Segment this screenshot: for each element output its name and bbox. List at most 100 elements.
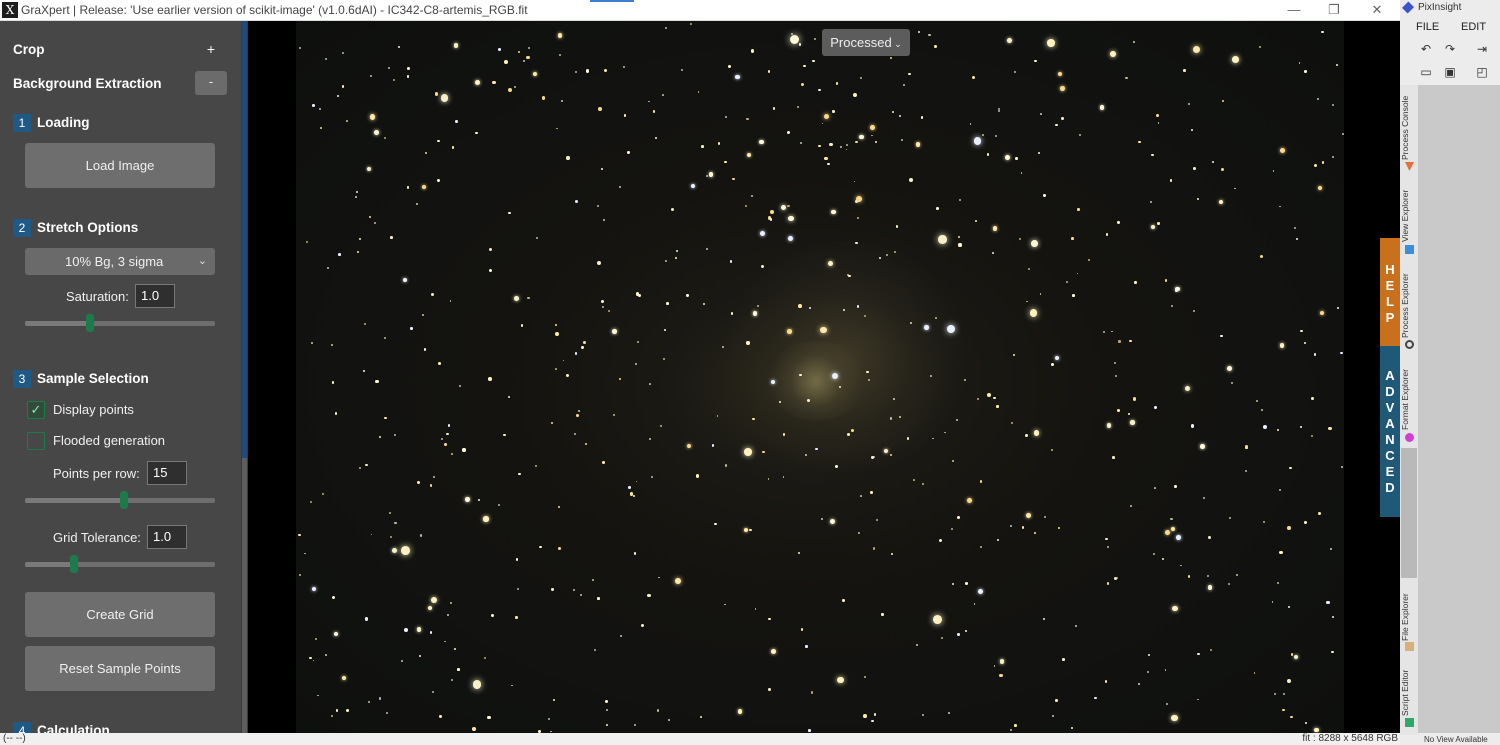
star	[1150, 153, 1154, 157]
load-image-button[interactable]: Load Image	[25, 143, 215, 188]
star	[760, 264, 764, 268]
process-explorer-tab[interactable]: Process Explorer	[1400, 262, 1418, 338]
star	[686, 294, 689, 297]
format-explorer-tab[interactable]: Format Explorer	[1400, 358, 1418, 430]
saturation-slider[interactable]	[25, 314, 215, 332]
star	[813, 38, 816, 41]
redo-icon[interactable]: ↷	[1442, 42, 1458, 56]
star	[1150, 225, 1155, 230]
star	[1070, 726, 1074, 730]
crop-header[interactable]: Crop	[13, 42, 45, 57]
star	[1326, 600, 1330, 604]
points-per-row-slider[interactable]	[25, 491, 215, 509]
help-tab[interactable]: HELP	[1380, 238, 1400, 346]
star	[999, 658, 1005, 664]
pixinsight-menu-file[interactable]: FILE	[1416, 21, 1439, 33]
star	[850, 429, 854, 432]
status-bar: (-- --) fit : 8288 x 5648 RGB	[0, 733, 1400, 745]
flooded-generation-checkbox[interactable]	[27, 432, 45, 450]
saturation-input[interactable]: 1.0	[135, 284, 175, 308]
background-extraction-header[interactable]: Background Extraction	[13, 76, 162, 91]
monitor-icon[interactable]: ▭	[1418, 65, 1434, 79]
star	[515, 616, 518, 619]
saturation-slider-fill	[25, 321, 90, 326]
reset-sample-points-button[interactable]: Reset Sample Points	[25, 646, 215, 691]
script-editor-tab[interactable]: Script Editor	[1400, 660, 1418, 716]
advanced-tab[interactable]: ADVANCED	[1380, 346, 1400, 517]
star	[389, 535, 392, 538]
star	[1271, 600, 1274, 603]
star	[934, 45, 938, 49]
star	[406, 185, 410, 189]
star	[870, 134, 873, 137]
stretch-options-dropdown[interactable]: 10% Bg, 3 sigma ⌄	[25, 248, 215, 275]
star	[507, 395, 510, 398]
astro-image-ic342[interactable]	[296, 21, 1344, 733]
points-per-row-input[interactable]: 15	[147, 461, 187, 485]
star	[528, 47, 531, 50]
grid-tolerance-slider[interactable]	[25, 555, 215, 573]
flooded-generation-label[interactable]: Flooded generation	[53, 433, 165, 448]
sidebar-scrollbar-thumb[interactable]	[242, 21, 247, 458]
star	[574, 433, 577, 436]
pixinsight-menu-edit[interactable]: EDIT	[1461, 21, 1486, 33]
star	[863, 714, 867, 719]
create-grid-button[interactable]: Create Grid	[25, 592, 215, 637]
star	[901, 139, 904, 142]
loading-header: Loading	[37, 115, 90, 130]
star	[1253, 672, 1256, 675]
star	[1183, 69, 1186, 72]
star	[892, 110, 895, 114]
star	[709, 172, 714, 177]
star	[920, 116, 924, 119]
close-icon[interactable]: ✕	[1367, 1, 1387, 19]
window-icon[interactable]: ◰	[1474, 65, 1490, 79]
view-selector-value: Processed	[830, 35, 892, 50]
process-console-tab[interactable]: Process Console	[1400, 88, 1418, 160]
star	[1013, 70, 1016, 73]
crop-expand-button[interactable]: +	[203, 41, 219, 57]
minimize-icon[interactable]: —	[1284, 1, 1304, 19]
star	[1207, 535, 1211, 539]
star	[1060, 86, 1065, 91]
grid-tolerance-slider-handle[interactable]	[70, 555, 79, 573]
view-selector-dropdown[interactable]: Processed ⌄	[822, 29, 910, 56]
star	[860, 77, 863, 80]
star	[507, 88, 512, 93]
star	[525, 55, 530, 60]
star	[324, 57, 327, 60]
star	[637, 341, 640, 344]
saturation-label: Saturation:	[66, 289, 129, 304]
sidebar-scrollbar-track-lower	[242, 458, 247, 733]
star	[724, 603, 727, 606]
maximize-icon[interactable]: ❐	[1324, 1, 1344, 19]
image-canvas[interactable]	[248, 21, 1400, 733]
background-extraction-collapse-button[interactable]: -	[195, 71, 227, 95]
star	[1116, 408, 1120, 412]
grid-tolerance-input[interactable]: 1.0	[147, 525, 187, 549]
star	[319, 108, 322, 111]
toolbar-action-icon[interactable]: ⇥	[1474, 42, 1490, 56]
file-explorer-tab[interactable]: File Explorer	[1400, 585, 1418, 641]
preview-icon[interactable]: ▣	[1442, 65, 1458, 79]
star	[447, 424, 450, 427]
undo-icon[interactable]: ↶	[1418, 42, 1434, 56]
star	[434, 92, 439, 97]
star	[1227, 582, 1230, 586]
star	[608, 309, 611, 312]
star	[799, 373, 802, 377]
view-explorer-tab[interactable]: View Explorer	[1400, 180, 1418, 242]
star	[965, 582, 968, 585]
star	[899, 416, 901, 418]
chevron-down-icon: ⌄	[891, 39, 902, 49]
star	[1234, 187, 1236, 190]
star	[746, 152, 751, 157]
star	[319, 126, 323, 130]
display-points-checkbox[interactable]: ✓	[27, 401, 45, 419]
display-points-label[interactable]: Display points	[53, 402, 134, 417]
star	[853, 93, 858, 98]
star	[1207, 585, 1212, 590]
points-per-row-slider-handle[interactable]	[119, 491, 128, 509]
saturation-slider-handle[interactable]	[85, 314, 94, 332]
star	[770, 648, 776, 654]
